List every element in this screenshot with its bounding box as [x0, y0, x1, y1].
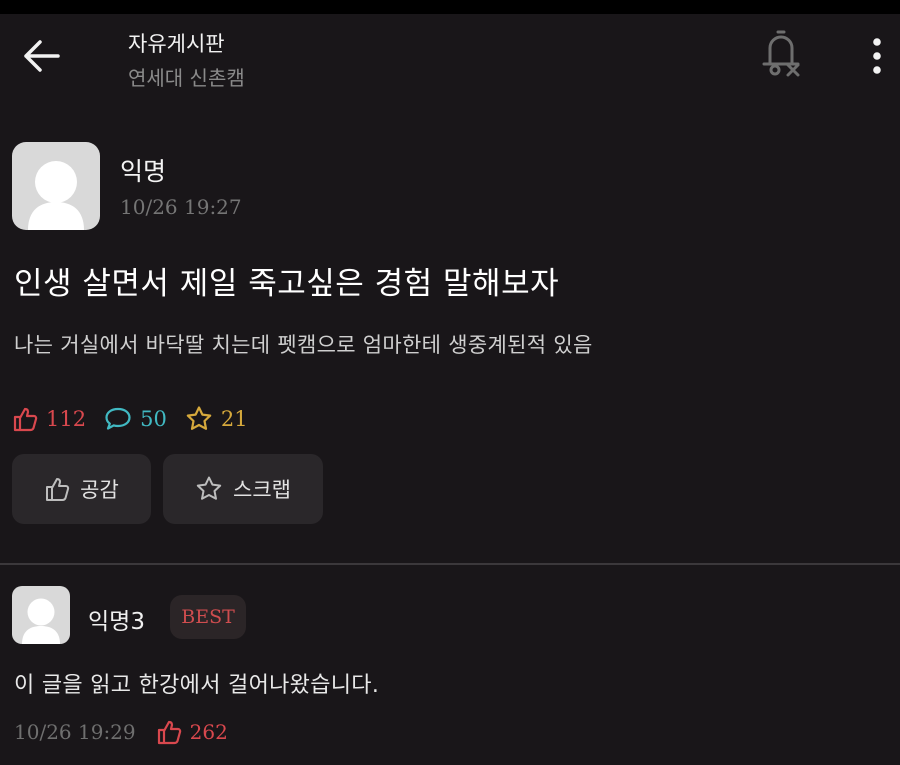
- comment-avatar: [12, 586, 70, 644]
- comment-count: 50: [104, 406, 167, 432]
- top-bar: 자유게시판 연세대 신촌캠: [0, 14, 900, 104]
- comment-count-value: 50: [140, 407, 167, 431]
- comment-like-count[interactable]: 262: [156, 719, 228, 745]
- avatar: [12, 142, 100, 230]
- divider: [0, 563, 900, 565]
- thumbs-up-icon: [13, 407, 38, 432]
- comment-author: 익명3: [88, 609, 145, 635]
- post-stats: 112 50 21: [12, 402, 266, 436]
- scrap-count: 21: [185, 405, 248, 433]
- scrap-button[interactable]: 스크랩: [163, 454, 323, 524]
- speech-bubble-icon: [105, 407, 131, 430]
- post-timestamp: 10/26 19:27: [120, 195, 242, 219]
- board-title: 자유게시판: [128, 32, 225, 56]
- thumbs-up-icon: [46, 478, 70, 501]
- post-author: 익명: [120, 157, 167, 186]
- post-title: 인생 살면서 제일 죽고싶은 경험 말해보자: [14, 266, 560, 302]
- scrap-count-value: 21: [220, 407, 248, 431]
- best-badge: BEST: [170, 595, 246, 639]
- back-arrow-icon[interactable]: [18, 36, 66, 76]
- like-button-label: 공감: [80, 478, 119, 502]
- star-icon: [196, 476, 222, 500]
- more-vertical-icon[interactable]: [862, 32, 892, 82]
- like-count-value: 112: [46, 407, 87, 431]
- thumbs-up-icon: [157, 720, 181, 745]
- like-count: 112: [12, 406, 86, 432]
- status-bar: [0, 0, 900, 14]
- board-subtitle: 연세대 신촌캠: [128, 66, 245, 90]
- scrap-button-label: 스크랩: [233, 478, 291, 502]
- star-icon: [186, 406, 212, 430]
- post-body: 나는 거실에서 바닥딸 치는데 펫캠으로 엄마한테 생중계된적 있음: [14, 333, 593, 357]
- bell-off-icon[interactable]: [758, 28, 806, 80]
- comment-timestamp: 10/26 19:29: [14, 720, 136, 744]
- comment-body: 이 글을 읽고 한강에서 걸어나왔습니다.: [14, 673, 380, 698]
- like-button[interactable]: 공감: [12, 454, 151, 524]
- comment-meta: 10/26 19:29 262: [14, 716, 228, 748]
- comment-like-value: 262: [189, 720, 228, 744]
